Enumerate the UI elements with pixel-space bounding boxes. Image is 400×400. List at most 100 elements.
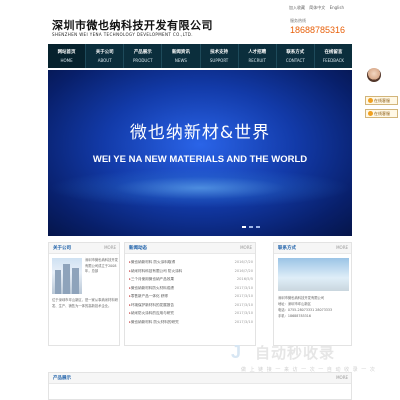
section-header: 新闻动态 MORE [125, 243, 255, 254]
news-item-date: 2017/3/10 [234, 294, 253, 298]
news-item-date: 2016/5/5 [236, 277, 253, 281]
qq-icon [368, 111, 373, 116]
news-more-link[interactable]: MORE [240, 245, 252, 250]
contact-details: 深圳市微也纳科技开发有限公司 地址：深圳市坪山新区 电话：0755-280733… [278, 295, 350, 319]
qq-icon [368, 98, 373, 103]
nav-label-en: HOME [60, 58, 73, 63]
watermark-logo-icon: J [231, 342, 242, 362]
list-item[interactable]: 环境保护新材料的发展报告 2017/3/10 [129, 303, 253, 312]
about-title[interactable]: 关于公司 [53, 245, 71, 251]
nav-item-feedback[interactable]: 在线留言 FEEDBACK [315, 44, 352, 68]
top-links: 加入收藏 简体中文 English [289, 5, 347, 11]
nav-item-news[interactable]: 新闻资讯 NEWS [162, 44, 201, 68]
building-shape [55, 270, 61, 294]
nav-item-contact[interactable]: 联系方式 CONTACT [277, 44, 315, 68]
list-item[interactable]: 零售新产品一体化 获得 2017/3/10 [129, 294, 253, 303]
contact-office-image [278, 258, 349, 291]
nav-label-cn: 新闻资讯 [171, 50, 190, 55]
online-service-button[interactable]: 在线客服 [365, 109, 398, 118]
news-item-title: 纳米材料科技有限公司 防火涂料 [129, 269, 182, 278]
nav-label-cn: 网站首页 [57, 50, 76, 55]
banner-title-cn: 微也纳新材&世界 [129, 123, 271, 143]
about-section: 关于公司 MORE 深圳市微也纳科技开发有限公司成立于2008年，总部 位于深圳… [48, 242, 120, 346]
nav-label-cn: 在线留言 [324, 50, 343, 55]
hotline-number: 18688785316 [290, 25, 346, 35]
banner-pagination [242, 226, 260, 228]
news-section: 新闻动态 MORE 微也纳新材料 防火涂料取得 2016/7/20 纳米材料科技有… [124, 242, 256, 346]
top-link-chinese[interactable]: 简体中文 [309, 5, 325, 10]
section-header: 联系方式 MORE [274, 243, 351, 254]
contact-section: 联系方式 MORE 深圳市微也纳科技开发有限公司 地址：深圳市坪山新区 电话：0… [273, 242, 352, 346]
nav-label-cn: 人才招聘 [248, 50, 267, 55]
site-header: 深圳市微也纳科技开发有限公司 SHENZHEN WEI YENA TECHNOL… [0, 0, 400, 44]
contact-more-link[interactable]: MORE [336, 245, 348, 250]
news-item-title: 微也纳新材料防火材料成绩 [129, 286, 174, 295]
nav-label-cn: 关于公司 [95, 50, 114, 55]
news-item-date: 2016/7/20 [234, 260, 253, 264]
news-item-date: 2017/3/10 [234, 311, 253, 315]
company-name-cn[interactable]: 深圳市微也纳科技开发有限公司 [52, 17, 213, 33]
news-title[interactable]: 新闻动态 [129, 245, 147, 251]
news-item-title: 纳米防火涂料的应用与研究 [129, 311, 174, 320]
news-list: 微也纳新材料 防火涂料取得 2016/7/20 纳米材料科技有限公司 防火涂料 20… [129, 260, 253, 328]
nav-label-cn: 产品展示 [133, 50, 152, 55]
about-body-text: 位于深圳市坪山新区，是一家从事纳米材料研发、生产、销售为一体的高新技术企业。 [52, 298, 118, 308]
nav-label-en: PRODUCT [133, 58, 153, 63]
list-item[interactable]: 微也纳新材料 防火涂料取得 2016/7/20 [129, 260, 253, 269]
list-item[interactable]: 微也纳新材料 防火材料的研究 2017/3/10 [129, 320, 253, 329]
nav-label-cn: 技术支持 [210, 50, 229, 55]
news-item-date: 2017/3/10 [234, 319, 253, 324]
news-item-title: 环境保护新材料的发展报告 [129, 303, 174, 312]
banner-dot[interactable] [256, 226, 260, 228]
section-header: 关于公司 MORE [49, 243, 119, 254]
banner-dot[interactable] [242, 226, 246, 228]
news-item-title: 微也纳新材料 防火材料的研究 [129, 320, 179, 329]
nav-label-cn: 联系方式 [286, 50, 305, 55]
news-item-title: 零售新产品一体化 获得 [129, 294, 168, 303]
list-item[interactable]: 三个月使用微也纳产品效果 2016/5/5 [129, 277, 253, 286]
about-side-text: 深圳市微也纳科技开发有限公司成立于2008年，总部 [85, 258, 118, 273]
watermark-text: 自动秒收录 [255, 344, 336, 362]
online-service-widget: 在线客服 在线客服 [364, 68, 400, 128]
nav-item-product[interactable]: 产品展示 PRODUCT [124, 44, 163, 68]
main-nav: 网站首页 HOME 关于公司 ABOUT 产品展示 PRODUCT 新闻资讯 NEWS … [48, 44, 352, 68]
company-name-en: SHENZHEN WEI YENA TECHNOLOGY DEVELOPMENT… [52, 32, 193, 37]
nav-label-en: FEEDBACK [322, 58, 345, 63]
building-shape [72, 268, 79, 294]
products-section: 产品展示 MORE [48, 372, 352, 400]
nav-item-home[interactable]: 网站首页 HOME [48, 44, 87, 68]
watermark-subtext: 做 上 链 接 一 来 访 一 次 一 自 动 收 录 一 次 [241, 367, 376, 373]
contact-line: 手机：18688785316 [278, 314, 311, 318]
online-service-button[interactable]: 在线客服 [365, 96, 398, 105]
top-link-favorite[interactable]: 加入收藏 [289, 5, 305, 10]
hotline-label: 服务热线 [290, 18, 306, 23]
news-item-title: 微也纳新材料 防火涂料取得 [129, 260, 175, 269]
news-item-title: 三个月使用微也纳产品效果 [129, 277, 174, 286]
nav-item-about[interactable]: 关于公司 ABOUT [86, 44, 125, 68]
about-building-image[interactable] [52, 258, 82, 294]
news-item-date: 2017/3/10 [234, 302, 253, 307]
about-more-link[interactable]: MORE [104, 245, 116, 250]
nav-label-en: RECRUIT [248, 58, 266, 63]
banner-title-en: WEI YE NA NEW MATERIALS AND THE WORLD [92, 154, 308, 165]
nav-label-en: ABOUT [97, 58, 112, 63]
products-title[interactable]: 产品展示 [53, 375, 71, 381]
nav-item-recruit[interactable]: 人才招聘 RECRUIT [239, 44, 277, 68]
watermark-overlay: J 自动秒收录 做 上 链 接 一 来 访 一 次 一 自 动 收 录 一 次 [231, 340, 375, 376]
nav-item-support[interactable]: 技术支持 SUPPORT [201, 44, 239, 68]
nav-label-en: NEWS [174, 58, 187, 63]
service-avatar [367, 68, 381, 82]
list-item[interactable]: 纳米材料科技有限公司 防火涂料 2016/7/20 [129, 269, 253, 278]
top-link-english[interactable]: English [330, 5, 344, 10]
online-service-label: 在线客服 [374, 97, 390, 103]
list-item[interactable]: 微也纳新材料防火材料成绩 2017/3/10 [129, 286, 253, 295]
building-shape [63, 264, 70, 294]
banner-dot[interactable] [249, 226, 253, 228]
hero-banner[interactable]: 微也纳新材&世界 WEI YE NA NEW MATERIALS AND THE… [48, 70, 352, 236]
contact-title[interactable]: 联系方式 [278, 245, 296, 251]
list-item[interactable]: 纳米防火涂料的应用与研究 2017/3/10 [129, 311, 253, 320]
nav-label-en: SUPPORT [209, 58, 229, 63]
nav-label-en: CONTACT [285, 58, 305, 63]
news-item-date: 2017/3/10 [234, 285, 253, 290]
news-item-date: 2016/7/20 [234, 268, 253, 273]
